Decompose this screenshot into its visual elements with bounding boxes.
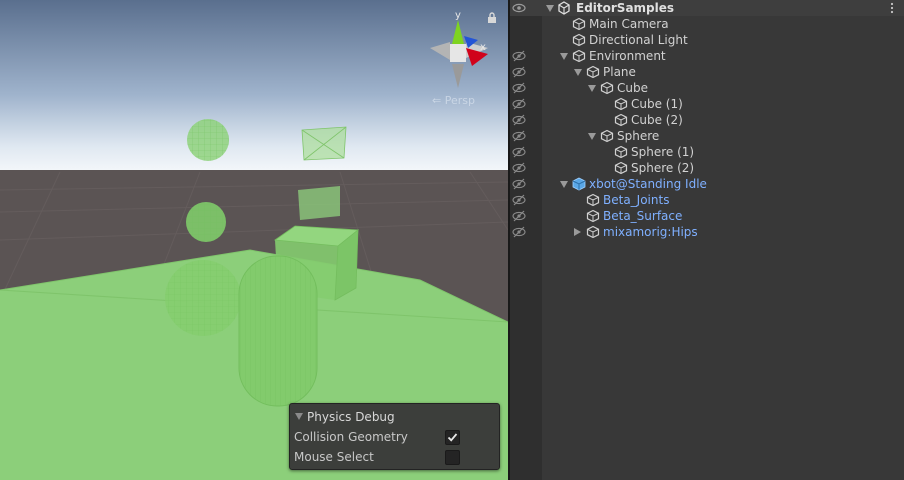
hierarchy-row[interactable]: Cube bbox=[510, 80, 904, 96]
mouse-select-label: Mouse Select bbox=[294, 450, 374, 464]
lock-icon[interactable] bbox=[487, 12, 497, 23]
scene-name: EditorSamples bbox=[576, 1, 675, 15]
gizmo-y-label: y bbox=[455, 10, 461, 21]
gameobject-icon bbox=[614, 145, 628, 159]
gameobject-icon bbox=[586, 193, 600, 207]
physics-debug-header[interactable]: Physics Debug bbox=[295, 410, 395, 424]
expand-arrow-icon[interactable] bbox=[588, 133, 596, 140]
hidden-eye-icon[interactable] bbox=[512, 226, 526, 238]
hierarchy-item-label: Sphere bbox=[617, 129, 660, 143]
hierarchy-item-label: Cube (1) bbox=[631, 97, 683, 111]
back-arrow-icon: ⇐ bbox=[432, 94, 442, 107]
hierarchy-item-label: Main Camera bbox=[589, 17, 669, 31]
expand-arrow-icon[interactable] bbox=[574, 69, 582, 76]
unity-scene-icon bbox=[558, 1, 570, 15]
hierarchy-item-label: mixamorig:Hips bbox=[603, 225, 698, 239]
hierarchy-item-label: Cube (2) bbox=[631, 113, 683, 127]
expand-arrow-icon[interactable] bbox=[560, 181, 568, 188]
gameobject-icon bbox=[600, 81, 614, 95]
prefab-icon bbox=[572, 177, 586, 191]
gameobject-icon bbox=[586, 209, 600, 223]
hierarchy-item-label: Beta_Surface bbox=[603, 209, 683, 223]
hierarchy-row[interactable]: Cube (1) bbox=[510, 96, 904, 112]
scene-header-row[interactable]: EditorSamples bbox=[510, 0, 904, 16]
physics-debug-title: Physics Debug bbox=[307, 410, 395, 424]
gameobject-icon bbox=[572, 49, 586, 63]
hierarchy-item-label: Sphere (2) bbox=[631, 161, 695, 175]
hierarchy-item-label: Environment bbox=[589, 49, 666, 63]
hidden-eye-icon[interactable] bbox=[512, 66, 526, 78]
hidden-eye-icon[interactable] bbox=[512, 194, 526, 206]
hierarchy-item-label: Directional Light bbox=[589, 33, 688, 47]
collision-geometry-label: Collision Geometry bbox=[294, 430, 408, 444]
hierarchy-item-label: Plane bbox=[603, 65, 636, 79]
kebab-menu-icon[interactable] bbox=[890, 2, 894, 14]
hierarchy-row[interactable]: Directional Light bbox=[510, 32, 904, 48]
gizmo-x-label: x bbox=[480, 42, 486, 53]
gameobject-icon bbox=[586, 225, 600, 239]
collision-geometry-checkbox[interactable] bbox=[445, 430, 460, 445]
gameobject-icon bbox=[572, 17, 586, 31]
orientation-gizmo[interactable]: y x bbox=[422, 8, 502, 108]
gameobject-icon bbox=[614, 97, 628, 111]
hierarchy-row[interactable]: Beta_Surface bbox=[510, 208, 904, 224]
hidden-eye-icon[interactable] bbox=[512, 210, 526, 222]
hierarchy-row[interactable]: Beta_Joints bbox=[510, 192, 904, 208]
hidden-eye-icon[interactable] bbox=[512, 130, 526, 142]
visibility-eye-icon[interactable] bbox=[512, 2, 526, 14]
collapse-arrow-icon bbox=[295, 413, 303, 420]
hierarchy-panel: EditorSamples Main Camera Directional Lig… bbox=[510, 0, 904, 480]
gameobject-icon bbox=[614, 161, 628, 175]
hierarchy-row[interactable]: Plane bbox=[510, 64, 904, 80]
hierarchy-row[interactable]: Sphere (1) bbox=[510, 144, 904, 160]
hierarchy-row[interactable]: xbot@Standing Idle bbox=[510, 176, 904, 192]
hidden-eye-icon[interactable] bbox=[512, 162, 526, 174]
hidden-eye-icon[interactable] bbox=[512, 50, 526, 62]
hierarchy-item-label: Cube bbox=[617, 81, 648, 95]
expand-arrow-icon[interactable] bbox=[588, 85, 596, 92]
checkmark-icon bbox=[447, 433, 458, 442]
gameobject-icon bbox=[586, 65, 600, 79]
hidden-eye-icon[interactable] bbox=[512, 98, 526, 110]
hierarchy-row[interactable]: Sphere bbox=[510, 128, 904, 144]
hierarchy-item-label: Sphere (1) bbox=[631, 145, 695, 159]
expand-arrow-icon[interactable] bbox=[546, 5, 554, 12]
mouse-select-checkbox[interactable] bbox=[445, 450, 460, 465]
gameobject-icon bbox=[614, 113, 628, 127]
hidden-eye-icon[interactable] bbox=[512, 114, 526, 126]
hierarchy-row[interactable]: Main Camera bbox=[510, 16, 904, 32]
projection-text: Persp bbox=[444, 94, 475, 107]
hierarchy-row[interactable]: Cube (2) bbox=[510, 112, 904, 128]
hidden-eye-icon[interactable] bbox=[512, 146, 526, 158]
physics-debug-panel: Physics Debug Collision Geometry Mouse S… bbox=[289, 403, 500, 470]
hidden-eye-icon[interactable] bbox=[512, 82, 526, 94]
hierarchy-item-label: xbot@Standing Idle bbox=[589, 177, 707, 191]
hierarchy-row[interactable]: Environment bbox=[510, 48, 904, 64]
hierarchy-item-label: Beta_Joints bbox=[603, 193, 670, 207]
expand-arrow-icon[interactable] bbox=[560, 53, 568, 60]
projection-label[interactable]: ⇐ Persp bbox=[432, 94, 475, 107]
scene-view[interactable]: y x ⇐ Persp Physics Debug Collision Geom… bbox=[0, 0, 508, 480]
gameobject-icon bbox=[600, 129, 614, 143]
gameobject-icon bbox=[572, 33, 586, 47]
hidden-eye-icon[interactable] bbox=[512, 178, 526, 190]
hierarchy-row[interactable]: mixamorig:Hips bbox=[510, 224, 904, 240]
hierarchy-row[interactable]: Sphere (2) bbox=[510, 160, 904, 176]
collapsed-arrow-icon[interactable] bbox=[574, 228, 581, 236]
